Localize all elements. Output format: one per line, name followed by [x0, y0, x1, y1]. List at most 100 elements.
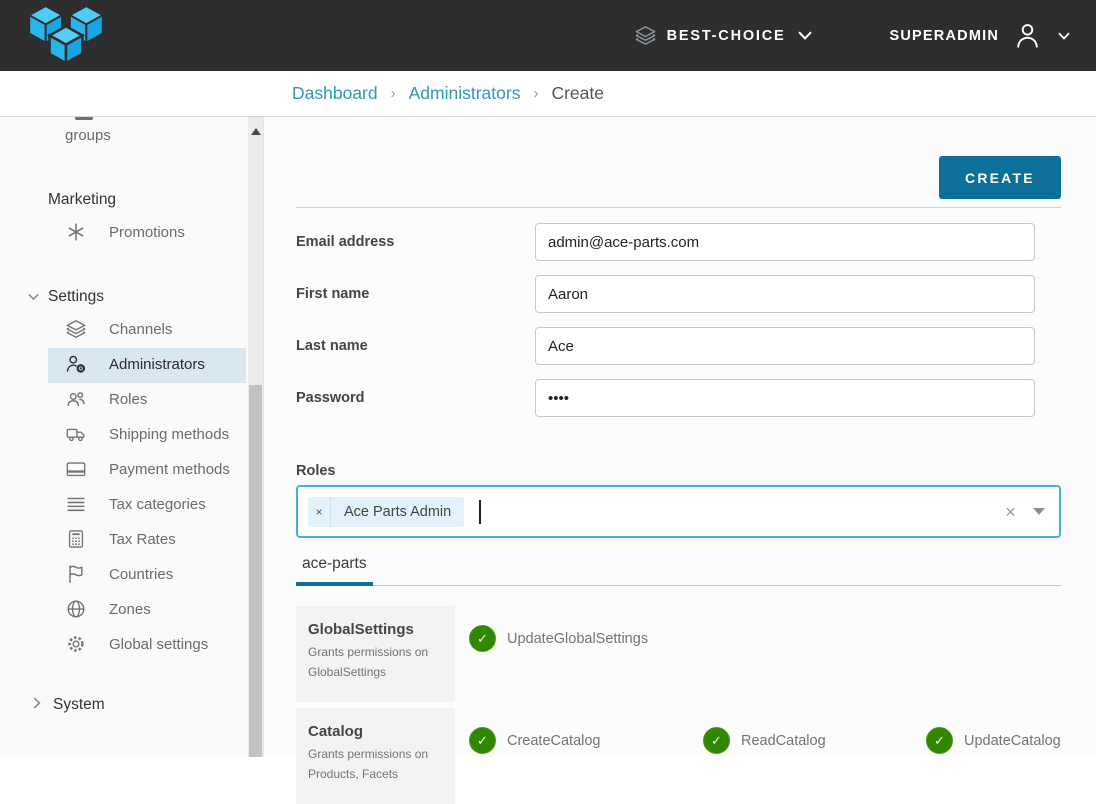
content-area: CREATE Email address First name Last nam…	[264, 117, 1096, 757]
permission-group-description: Grants permissions on Products, Facets	[308, 745, 447, 785]
layers-icon	[65, 318, 89, 340]
check-icon: ✓	[469, 727, 496, 754]
permission-toggle-readcatalog[interactable]: ✓ ReadCatalog	[703, 727, 926, 754]
sidebar-item-label: groups	[65, 127, 111, 144]
breadcrumb-current: Create	[551, 83, 604, 104]
users-icon	[65, 388, 89, 410]
section-header-settings[interactable]: Settings	[28, 288, 263, 306]
password-field[interactable]	[535, 379, 1035, 417]
chip-label: Ace Parts Admin	[331, 497, 464, 527]
sidebar-item-shipping-methods[interactable]: Shipping methods	[48, 418, 246, 453]
sidebar-item-tax-rates[interactable]: Tax Rates	[48, 523, 246, 558]
app-logo[interactable]	[28, 6, 104, 66]
password-label: Password	[296, 379, 535, 417]
select-controls: ×	[1005, 503, 1045, 521]
permission-label: ReadCatalog	[741, 733, 826, 749]
roles-select[interactable]: × Ace Parts Admin ×	[296, 485, 1061, 538]
scrollbar-thumb[interactable]	[249, 385, 262, 757]
check-icon: ✓	[469, 625, 496, 652]
sidebar-item-customer-groups[interactable]: groups	[48, 122, 246, 154]
sidebar-item-label: Countries	[109, 566, 173, 583]
sidebar-item-tax-categories[interactable]: Tax categories	[48, 488, 246, 523]
sidebar-item-label: Shipping methods	[109, 426, 229, 443]
breadcrumb-link-dashboard[interactable]: Dashboard	[292, 83, 378, 104]
list-icon	[65, 493, 89, 515]
last-name-field[interactable]	[535, 327, 1035, 365]
sidebar-scrollbar[interactable]	[248, 117, 263, 757]
permission-group-name: Catalog	[308, 723, 447, 740]
email-field[interactable]	[535, 223, 1035, 261]
role-chip: × Ace Parts Admin	[308, 497, 464, 527]
sidebar-item-label: Tax categories	[109, 496, 206, 513]
first-name-label: First name	[296, 275, 535, 313]
sidebar-item-channels[interactable]: Channels	[48, 313, 246, 348]
main-layout: groups Marketing Promotions Settings	[0, 117, 1096, 757]
check-icon: ✓	[703, 727, 730, 754]
sidebar-item-countries[interactable]: Countries	[48, 558, 246, 593]
sidebar-item-label: Roles	[109, 391, 147, 408]
user-menu[interactable]: SUPERADMIN	[890, 20, 1070, 51]
form-row-first-name: First name	[296, 275, 1061, 313]
section-header-label: System	[53, 696, 105, 713]
sidebar-item-roles[interactable]: Roles	[48, 383, 246, 418]
permission-label: CreateCatalog	[507, 733, 601, 749]
permission-toggle-updateglobalsettings[interactable]: ✓ UpdateGlobalSettings	[469, 625, 703, 652]
table-row-globalsettings: GlobalSettings Grants permissions on Glo…	[296, 606, 1061, 702]
create-button[interactable]: CREATE	[939, 156, 1061, 199]
layers-icon	[634, 24, 657, 47]
scroll-up-arrow[interactable]	[251, 128, 261, 135]
truck-icon	[65, 423, 89, 445]
form-row-email: Email address	[296, 223, 1061, 261]
asterisk-icon	[65, 221, 89, 243]
globe-icon	[65, 598, 89, 620]
permission-toggle-createcatalog[interactable]: ✓ CreateCatalog	[469, 727, 703, 754]
email-label: Email address	[296, 223, 535, 261]
sidebar-item-promotions[interactable]: Promotions	[48, 216, 246, 251]
breadcrumb-link-administrators[interactable]: Administrators	[409, 83, 521, 104]
topbar-right: BEST-CHOICE SUPERADMIN	[634, 20, 1070, 51]
sidebar-item-administrators[interactable]: Administrators	[48, 348, 246, 383]
permission-cells: ✓ UpdateGlobalSettings	[455, 606, 1061, 702]
chevron-right-icon	[33, 697, 44, 709]
channel-label: BEST-CHOICE	[667, 28, 786, 44]
user-gear-icon	[65, 353, 89, 375]
calculator-icon	[65, 528, 89, 550]
breadcrumb-separator: ›	[391, 85, 396, 102]
text-cursor	[479, 500, 481, 524]
permission-label: UpdateGlobalSettings	[507, 631, 648, 647]
chevron-down-icon	[28, 293, 39, 301]
user-icon	[1012, 20, 1043, 51]
sidebar-item-label: Promotions	[109, 224, 185, 241]
sidebar-item-payment-methods[interactable]: Payment methods	[48, 453, 246, 488]
permission-toggle-updatecatalog[interactable]: ✓ UpdateCatalog	[926, 727, 1061, 754]
permission-label: UpdateCatalog	[964, 733, 1061, 749]
section-header-system[interactable]: System	[33, 696, 263, 714]
permission-cells: ✓ CreateCatalog ✓ ReadCatalog ✓ UpdateCa…	[455, 708, 1061, 804]
chevron-down-icon	[1058, 32, 1070, 40]
permission-group-cell: Catalog Grants permissions on Products, …	[296, 708, 455, 804]
user-group-icon	[75, 117, 93, 120]
sidebar: groups Marketing Promotions Settings	[0, 117, 264, 757]
sidebar-item-label: Global settings	[109, 636, 208, 653]
dropdown-toggle-icon[interactable]	[1033, 508, 1045, 515]
chip-remove-button[interactable]: ×	[308, 497, 331, 527]
chevron-down-icon	[798, 31, 812, 40]
cog-icon	[65, 633, 89, 655]
cube-logo-icon	[28, 6, 104, 66]
tab-ace-parts[interactable]: ace-parts	[296, 552, 373, 586]
table-row-catalog: Catalog Grants permissions on Products, …	[296, 708, 1061, 804]
channel-switcher[interactable]: BEST-CHOICE	[634, 24, 812, 47]
section-header-marketing: Marketing	[48, 191, 263, 209]
sidebar-item-zones[interactable]: Zones	[48, 593, 246, 628]
clear-selection-button[interactable]: ×	[1005, 503, 1016, 521]
section-header-label: Settings	[48, 288, 104, 305]
permission-group-description: Grants permissions on GlobalSettings	[308, 643, 447, 683]
credit-card-icon	[65, 458, 89, 480]
sidebar-item-label: Payment methods	[109, 461, 230, 478]
permission-group-name: GlobalSettings	[308, 621, 447, 638]
breadcrumb-separator: ›	[533, 85, 538, 102]
permissions-table: GlobalSettings Grants permissions on Glo…	[296, 606, 1061, 804]
sidebar-item-label: Tax Rates	[109, 531, 176, 548]
first-name-field[interactable]	[535, 275, 1035, 313]
sidebar-item-global-settings[interactable]: Global settings	[48, 628, 246, 663]
